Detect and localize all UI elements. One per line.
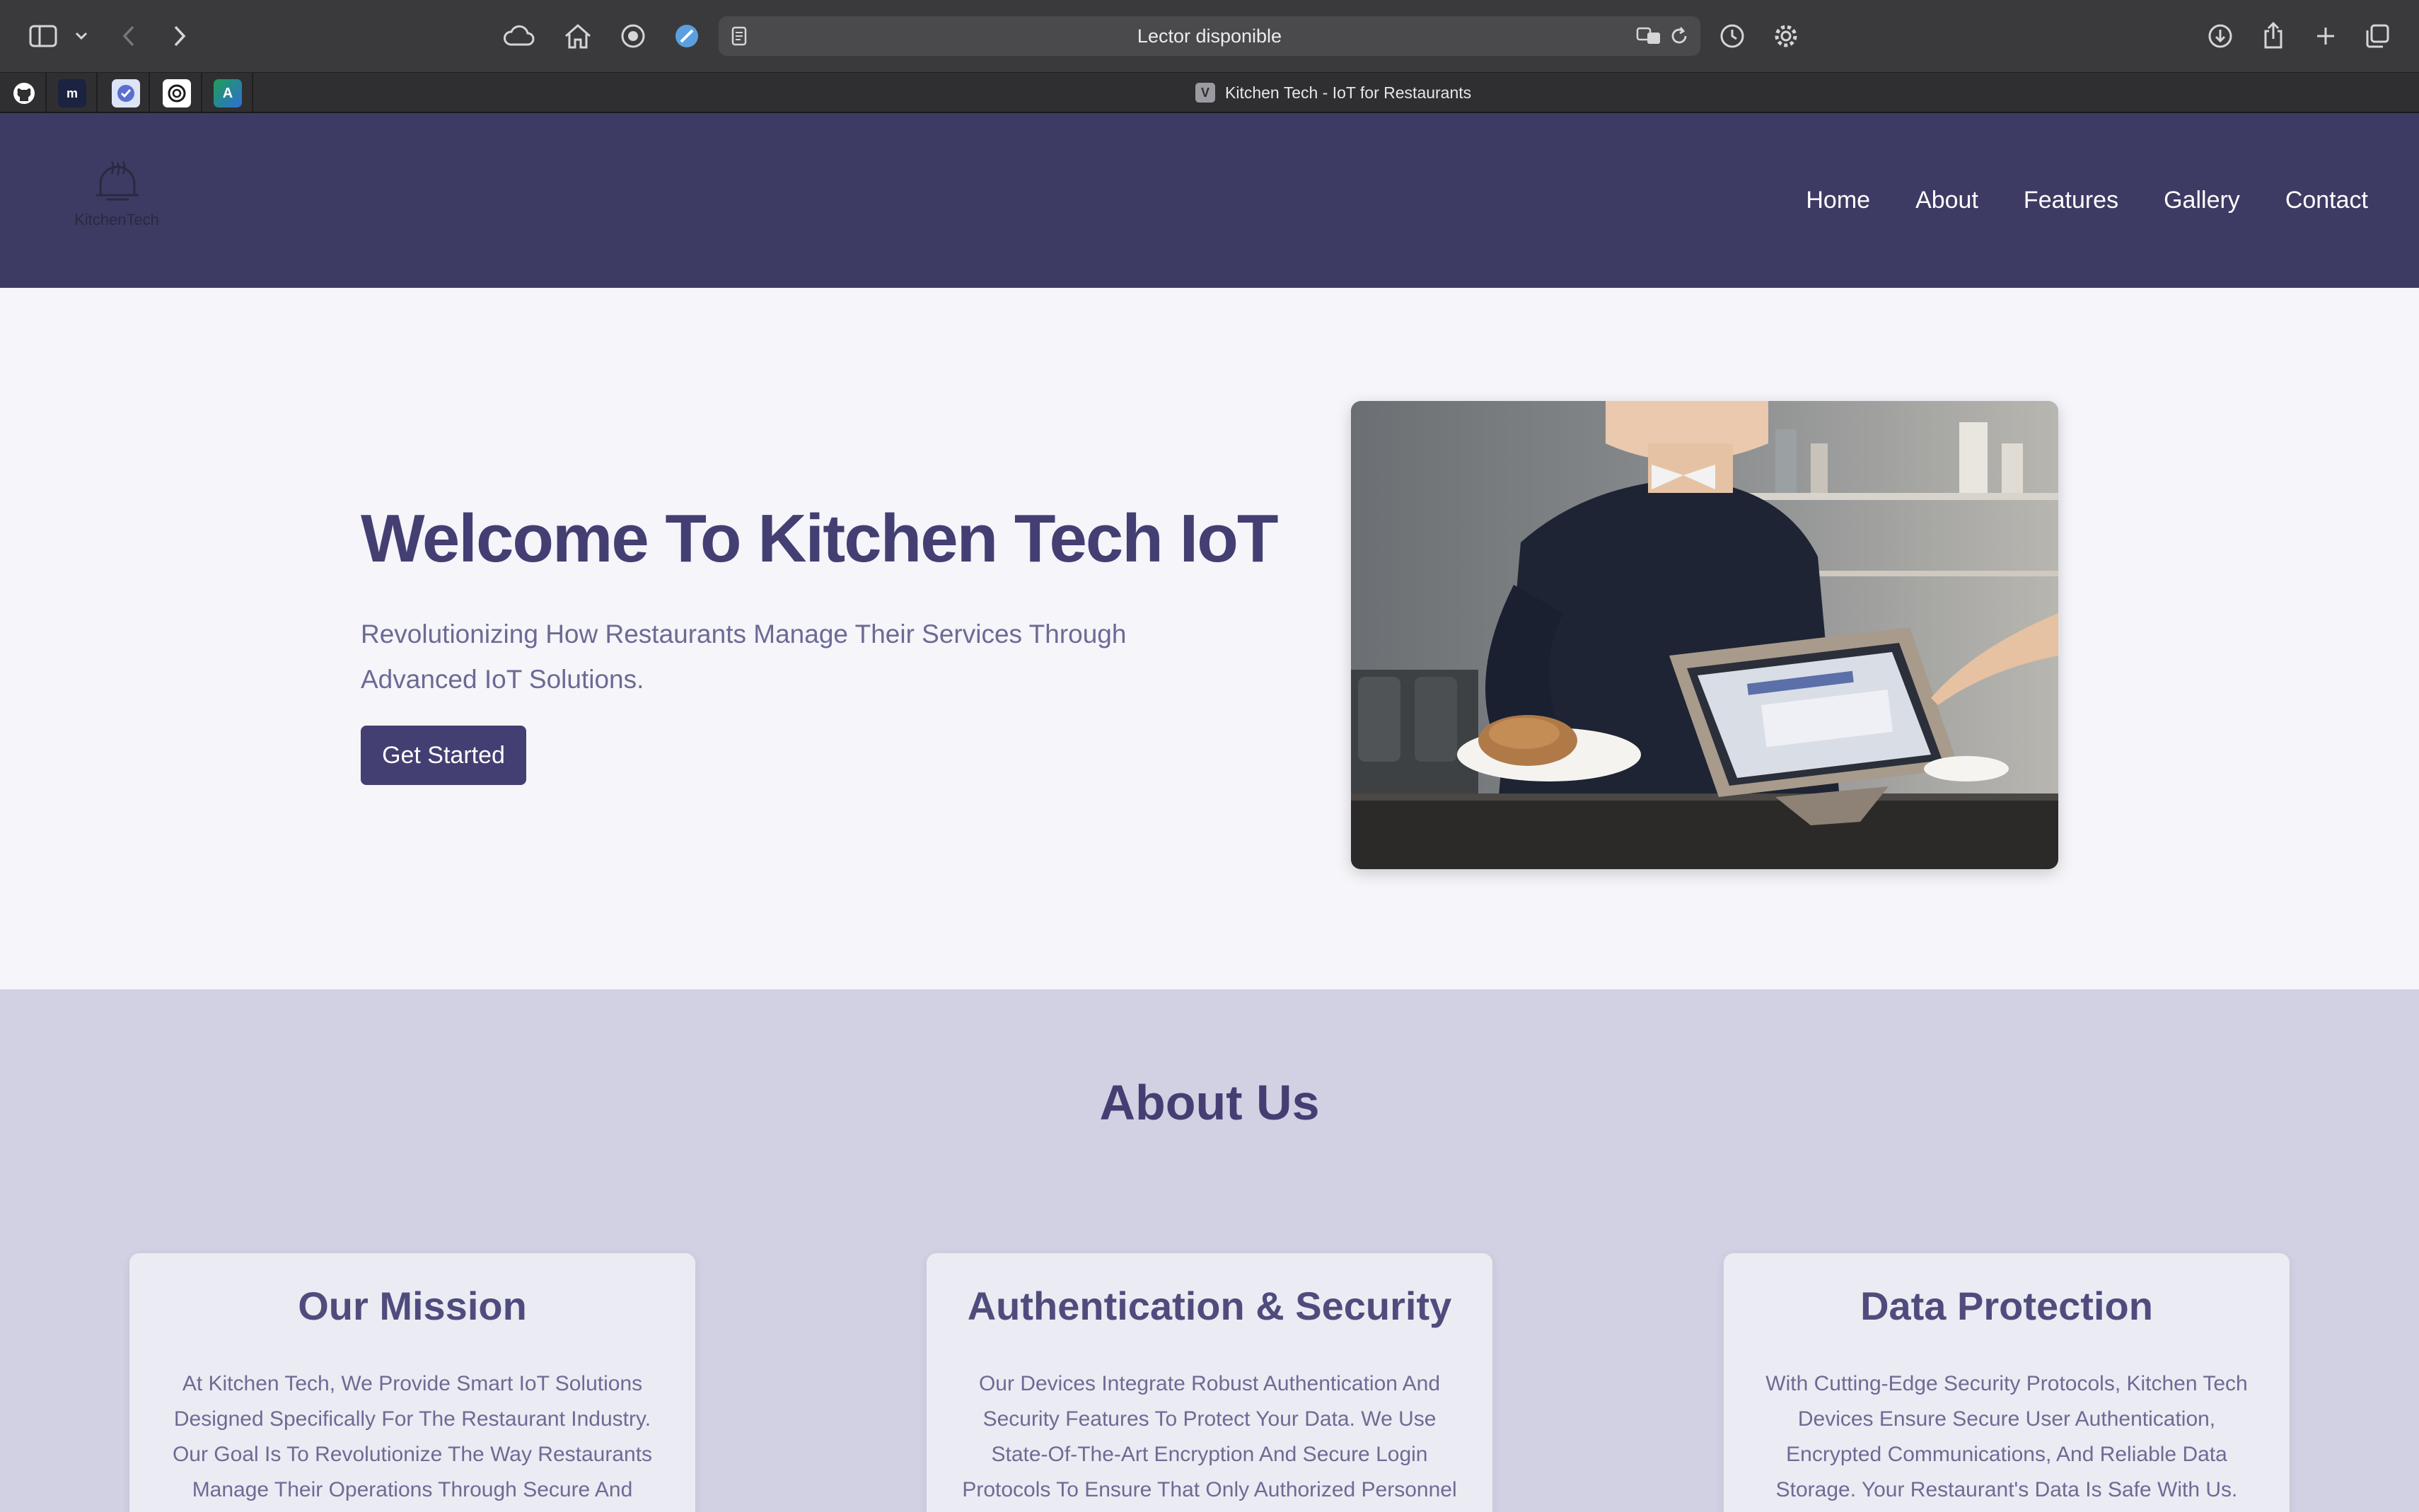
new-tab-icon[interactable]	[2311, 21, 2340, 51]
m-favorite-icon[interactable]: m	[58, 79, 86, 107]
nav-features[interactable]: Features	[2024, 187, 2118, 214]
nav-contact[interactable]: Contact	[2285, 187, 2368, 214]
logo-text: KitchenTech	[74, 211, 159, 228]
hero-title: Welcome To Kitchen Tech IoT	[361, 501, 1278, 576]
favorites-divider	[149, 72, 150, 113]
card-text: With Cutting-Edge Security Protocols, Ki…	[1765, 1372, 2248, 1501]
history-icon[interactable]	[1717, 21, 1747, 51]
hero-image	[1351, 401, 2058, 869]
security-card: Authentication & Security Our Devices In…	[927, 1253, 1492, 1512]
nav-home[interactable]: Home	[1806, 187, 1870, 214]
shield-favorite-icon[interactable]	[112, 79, 140, 107]
kitchentech-logo-icon	[96, 161, 139, 201]
card-title: Our Mission	[298, 1284, 527, 1328]
data-protection-card: Data Protection With Cutting-Edge Securi…	[1724, 1253, 2290, 1512]
favorites-divider	[252, 72, 253, 113]
about-title: About Us	[1099, 1075, 1320, 1130]
tab-title-text: Kitchen Tech - IoT for Restaurants	[1225, 83, 1472, 102]
chevron-down-icon[interactable]	[71, 27, 92, 45]
mission-card: Our Mission At Kitchen Tech, We Provide …	[129, 1253, 695, 1512]
address-text[interactable]: Lector disponible	[719, 16, 1700, 56]
github-favorite-icon[interactable]	[10, 79, 38, 107]
card-text: Our Devices Integrate Robust Authenticat…	[962, 1372, 1457, 1501]
tab-favicon: V	[1195, 83, 1215, 103]
cloud-icon[interactable]	[501, 21, 536, 51]
site-header: KitchenTech Home About Features Gallery …	[0, 113, 2419, 288]
browser-toolbar: Lector disponible	[0, 0, 2419, 72]
favorites-divider	[201, 72, 202, 113]
forward-icon[interactable]	[167, 20, 192, 52]
card-title: Authentication & Security	[967, 1284, 1452, 1328]
hero-subtitle: Revolutionizing How Restaurants Manage T…	[361, 620, 1127, 694]
tab-overview-icon[interactable]	[2362, 21, 2392, 51]
nav-gallery[interactable]: Gallery	[2164, 187, 2240, 214]
site-logo[interactable]: KitchenTech	[71, 160, 163, 238]
active-tab[interactable]: V Kitchen Tech - IoT for Restaurants	[1195, 72, 1471, 113]
main-nav: Home About Features Gallery Contact	[1806, 113, 2368, 288]
hero-section: Welcome To Kitchen Tech IoT Revolutioniz…	[0, 288, 2419, 989]
card-text: At Kitchen Tech, We Provide Smart IoT So…	[172, 1372, 653, 1501]
reload-icon[interactable]	[1666, 23, 1692, 49]
share-icon[interactable]	[2259, 18, 2287, 52]
favorites-divider	[45, 72, 47, 113]
back-icon[interactable]	[116, 20, 141, 52]
openai-favorite-icon[interactable]	[163, 79, 191, 107]
address-bar[interactable]: Lector disponible	[719, 16, 1700, 56]
get-started-button[interactable]: Get Started	[361, 726, 526, 785]
gear-icon[interactable]	[1771, 21, 1801, 51]
record-icon[interactable]	[618, 21, 648, 51]
about-section: About Us Our Mission At Kitchen Tech, We…	[0, 989, 2419, 1512]
home-icon[interactable]	[562, 20, 594, 52]
sidebar-toggle-icon[interactable]	[27, 21, 59, 51]
card-title: Data Protection	[1860, 1284, 2153, 1328]
a-favorite-icon[interactable]: A	[214, 79, 242, 107]
nav-about[interactable]: About	[1915, 187, 1978, 214]
favorites-divider	[96, 72, 98, 113]
compass-icon[interactable]	[672, 21, 702, 51]
download-icon[interactable]	[2205, 21, 2235, 51]
translate-icon[interactable]	[1635, 23, 1664, 49]
